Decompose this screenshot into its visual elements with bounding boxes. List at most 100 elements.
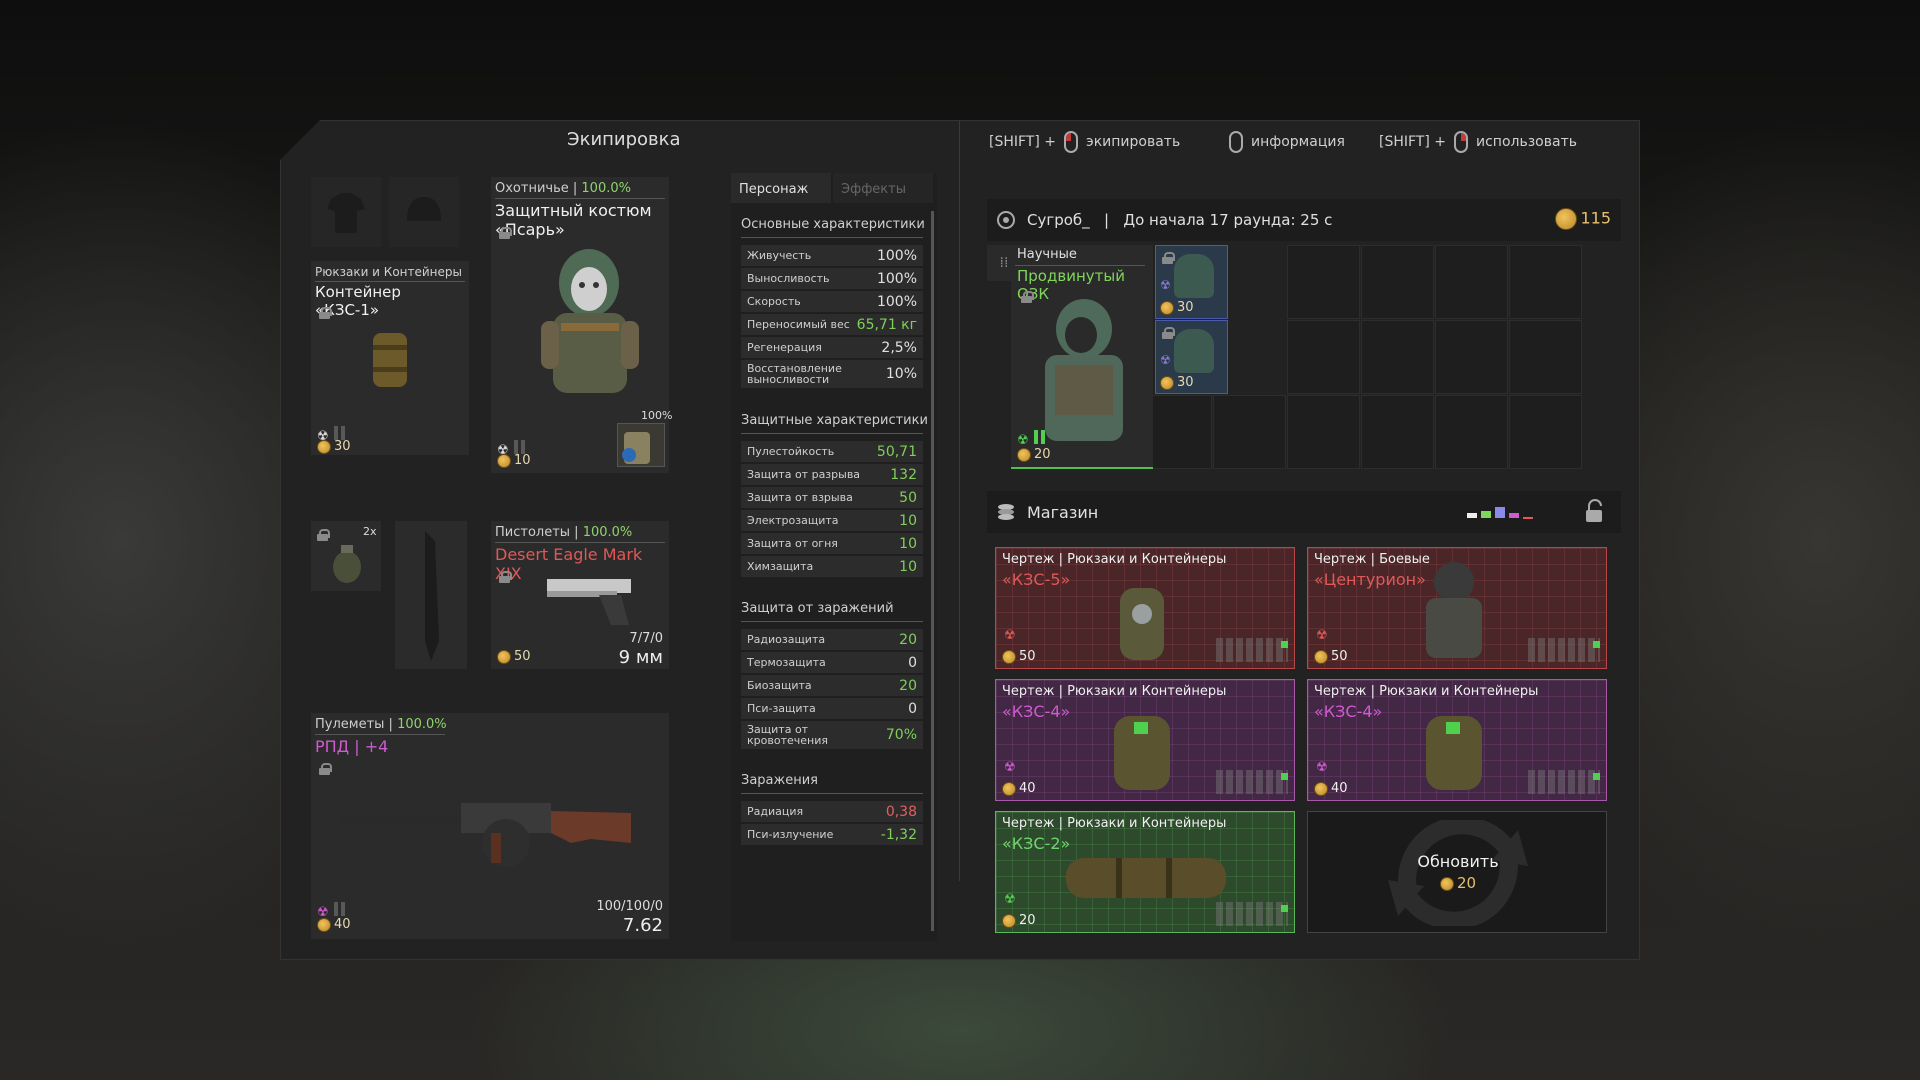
stat-row: Пси-излучение -1,32	[741, 824, 923, 845]
radiation-icon: ☢	[1160, 353, 1171, 367]
stash-item-small[interactable]: ☢ 30	[1155, 245, 1228, 319]
pistol-image	[547, 579, 631, 625]
ozk-image	[1045, 299, 1123, 441]
refresh-icon	[1388, 820, 1528, 926]
coins-icon	[998, 504, 1014, 520]
coin-icon	[1017, 447, 1031, 462]
header-separator: |	[1104, 211, 1110, 229]
shop-card[interactable]: Чертеж | Рюкзаки и Контейнеры «КЗС-5» ☢ …	[995, 547, 1295, 669]
stat-row: Химзащита 10	[741, 556, 923, 577]
stat-row: Электрозащита 10	[741, 510, 923, 531]
armor-image	[541, 249, 639, 393]
equipment-title: Экипировка	[567, 129, 681, 150]
armor-extra-pct: 100%	[641, 409, 673, 422]
lock-icon	[319, 307, 332, 319]
coin-icon	[1002, 649, 1016, 664]
gear-icon	[997, 211, 1015, 229]
radiation-icon: ☢	[1160, 278, 1171, 292]
grenade-count: 2x	[363, 525, 377, 538]
coin-icon	[1439, 876, 1454, 891]
blueprint-image	[1120, 588, 1164, 660]
shop-card-price: 40	[1019, 781, 1036, 796]
stats-panel: Персонаж Эффекты Основные характеристики…	[731, 173, 937, 941]
pistol-caliber: 9 мм	[618, 647, 663, 668]
stat-row: Живучесть 100%	[741, 245, 923, 266]
stat-row: Радиация 0,38	[741, 801, 923, 822]
radiation-icon: ☢	[1004, 760, 1016, 775]
knife-slot[interactable]	[395, 521, 467, 669]
coin-icon	[1555, 208, 1578, 230]
grenade-image	[333, 545, 361, 583]
armor-category: Охотничье	[495, 181, 569, 196]
hint-use: [SHIFT] + использовать	[1379, 131, 1577, 153]
grenade-slot[interactable]: 2x	[311, 521, 381, 591]
pistol-category: Пистолеты	[495, 525, 571, 540]
armor-name: Защитный костюм «Псарь»	[495, 201, 652, 239]
machinegun-slot[interactable]: Пулеметы | 100.0% РПД | +4 ☢ 40 100/100/…	[311, 713, 669, 939]
coin-icon	[1314, 781, 1328, 796]
shirt-icon	[327, 193, 365, 233]
armor-slot[interactable]: Охотничье | 100.0% Защитный костюм «Псар…	[491, 177, 673, 473]
shop-card[interactable]: Чертеж | Рюкзаки и Контейнеры «КЗС-4» ☢ …	[995, 679, 1295, 801]
shop-card-category: Чертеж | Рюкзаки и Контейнеры	[1314, 684, 1539, 699]
stat-row: Радиозащита 20	[741, 629, 923, 650]
stash-item-small[interactable]: ☢ 30	[1155, 320, 1228, 394]
armor-price: 10	[514, 453, 531, 468]
machinegun-image	[341, 803, 631, 867]
stat-row: Выносливость 100%	[741, 268, 923, 289]
artifact-container[interactable]	[617, 423, 665, 467]
shop-card[interactable]: Чертеж | Рюкзаки и Контейнеры «КЗС-4» ☢ …	[1307, 679, 1607, 801]
refresh-shop-button[interactable]: Обновить 20	[1307, 811, 1607, 933]
shop-card-category: Чертеж | Рюкзаки и Контейнеры	[1002, 552, 1227, 567]
lock-icon	[1162, 327, 1175, 339]
lock-icon	[1162, 252, 1175, 264]
shop-card-name: «КЗС-4»	[1002, 702, 1071, 721]
stat-row: Регенерация 2,5%	[741, 337, 923, 358]
shop-card[interactable]: Чертеж | Рюкзаки и Контейнеры «КЗС-2» ☢ …	[995, 811, 1295, 933]
shop-card-name: «КЗС-5»	[1002, 570, 1071, 589]
stash-small-price: 30	[1177, 375, 1194, 390]
stash-item-category: Научные	[1017, 247, 1077, 262]
unlock-icon[interactable]	[1583, 499, 1607, 525]
helmet-slot[interactable]	[389, 177, 459, 247]
shop-card-price: 20	[1019, 913, 1036, 928]
container-slot[interactable]: Рюкзаки и Контейнеры Контейнер «КЗС-1» ☢…	[311, 261, 469, 455]
coin-icon	[317, 917, 331, 932]
stat-row: Защита от кровотечения 70%	[741, 721, 923, 749]
rarity-filter[interactable]	[1467, 507, 1557, 519]
container-category: Рюкзаки и Контейнеры	[315, 265, 462, 279]
radiation-icon: ☢	[1017, 433, 1029, 448]
tab-character[interactable]: Персонаж	[731, 173, 831, 203]
coin-icon	[317, 439, 331, 454]
player-header: Сугроб_ | До начала 17 раунда: 25 с 115	[987, 199, 1621, 241]
shop-card[interactable]: Чертеж | Боевые «Центурион» ☢ 50	[1307, 547, 1607, 669]
money-value: 115	[1580, 208, 1611, 228]
lock-icon	[499, 571, 512, 583]
container-image	[373, 333, 407, 387]
coin-icon	[497, 649, 511, 664]
lock-icon	[499, 227, 512, 239]
money-display: 115	[1555, 208, 1611, 230]
mg-ammo: 100/100/0	[596, 899, 663, 914]
hint-equip: [SHIFT] + экипировать	[989, 131, 1180, 153]
tab-effects[interactable]: Эффекты	[833, 173, 933, 203]
lock-icon	[317, 529, 330, 541]
mg-caliber: 7.62	[622, 915, 663, 936]
mg-price: 40	[334, 917, 351, 932]
stats-scrollbar[interactable]	[931, 211, 934, 931]
radiation-icon: ☢	[1004, 892, 1016, 907]
blueprint-image	[1426, 562, 1482, 658]
blueprint-image	[1114, 716, 1170, 790]
shirt-slot[interactable]	[311, 177, 381, 247]
stash-item-ozk[interactable]: Научные Продвинутый ОЗК ☢ 20	[1011, 245, 1153, 469]
section-title: Защита от заражений	[741, 601, 894, 616]
shop-card-price: 50	[1331, 649, 1348, 664]
helmet-icon	[407, 197, 441, 221]
mg-name: РПД	[315, 737, 350, 756]
pistol-slot[interactable]: Пистолеты | 100.0% Desert Eagle Mark XIX…	[491, 521, 669, 669]
shop-header: Магазин	[987, 491, 1621, 533]
stat-row: Скорость 100%	[741, 291, 923, 312]
refresh-label: Обновить	[1417, 852, 1499, 871]
radiation-icon: ☢	[1004, 628, 1016, 643]
shop-card-category: Чертеж | Рюкзаки и Контейнеры	[1002, 684, 1227, 699]
